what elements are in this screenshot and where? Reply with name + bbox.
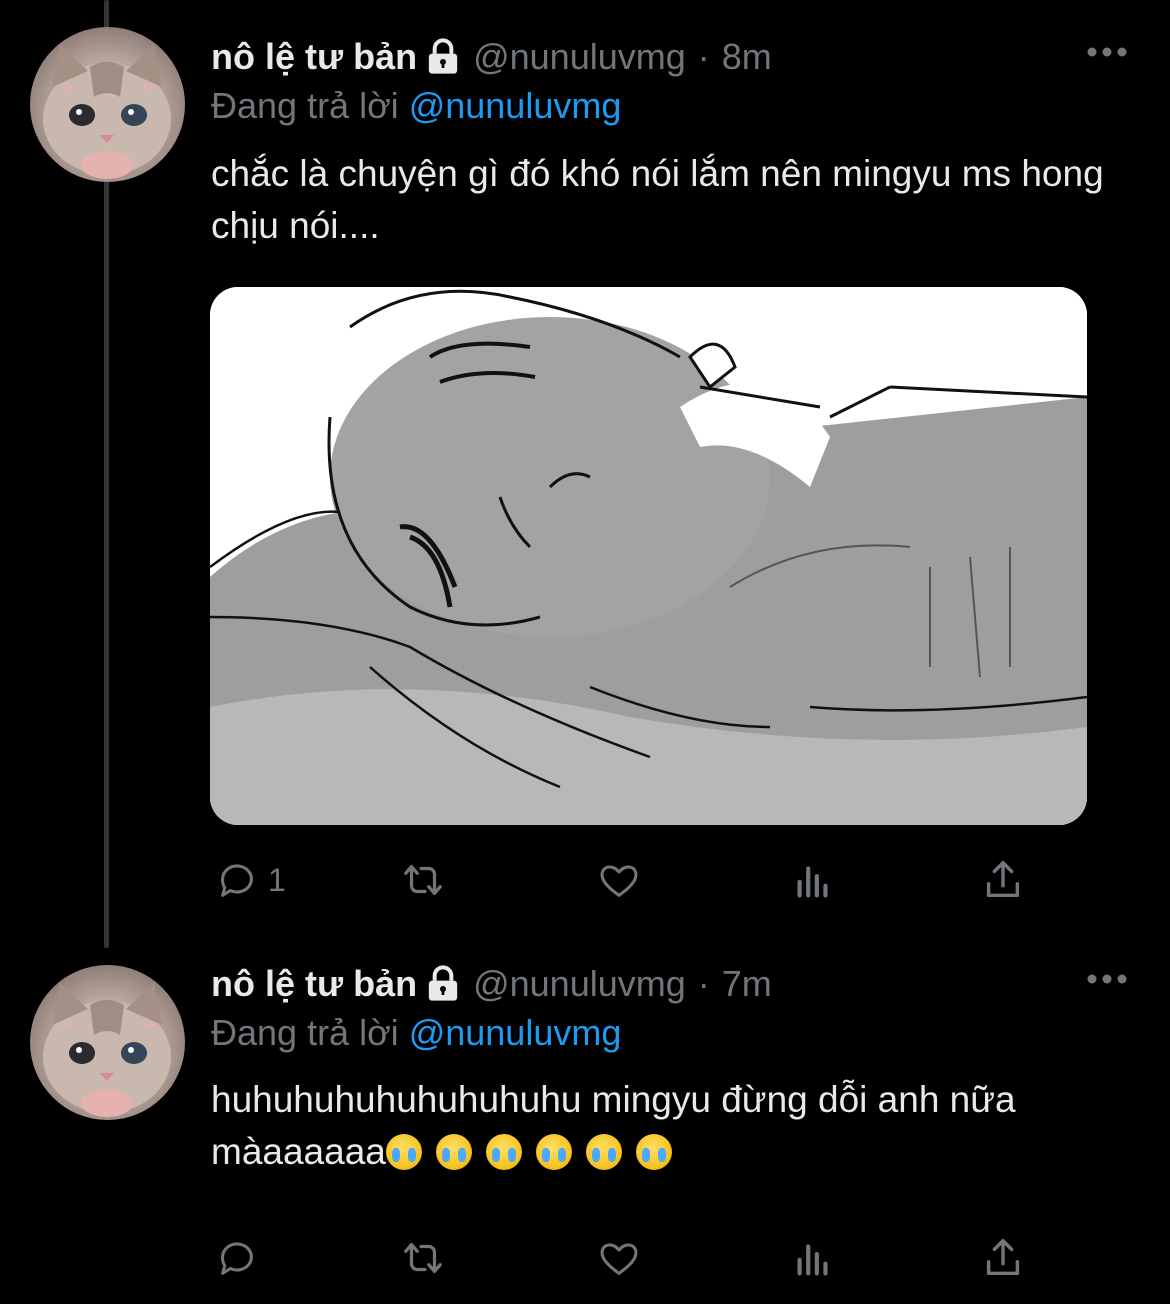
replying-to: Đang trả lời @nunuluvmg [211, 1012, 621, 1054]
user-handle[interactable]: @nunuluvmg [473, 963, 686, 1005]
lock-icon [428, 965, 458, 1001]
views-icon [797, 866, 828, 898]
more-options-icon[interactable] [1086, 973, 1128, 985]
tweet-actions [214, 1234, 1044, 1282]
loudly-crying-face-icon [585, 1134, 622, 1170]
user-handle[interactable]: @nunuluvmg [473, 36, 686, 78]
retweet-icon [404, 1242, 442, 1274]
cat-avatar-icon [43, 983, 171, 1117]
display-name[interactable]: nô lệ tư bản [211, 36, 417, 78]
avatar[interactable] [30, 965, 185, 1120]
retweet-button[interactable] [400, 856, 446, 904]
tweet-actions: 1 [214, 856, 1044, 904]
retweet-button[interactable] [400, 1234, 446, 1282]
heart-icon [600, 865, 638, 897]
sketch-image [210, 287, 1087, 825]
share-icon [986, 1239, 1020, 1276]
like-button[interactable] [596, 1234, 642, 1282]
tweet[interactable]: nô lệ tư bản @nunuluvmg · 8m Đang trả lờ… [0, 0, 1170, 940]
reply-icon [221, 864, 253, 897]
separator-dot: · [697, 36, 710, 77]
retweet-icon [404, 864, 442, 896]
loudly-crying-face-icon [385, 1134, 422, 1170]
display-name[interactable]: nô lệ tư bản [211, 963, 417, 1005]
more-options-icon[interactable] [1086, 46, 1128, 58]
loudly-crying-face-icon [485, 1134, 522, 1170]
heart-icon [600, 1243, 638, 1275]
like-button[interactable] [596, 856, 642, 904]
lock-icon [428, 38, 458, 74]
tweet-header: nô lệ tư bản @nunuluvmg · 7m [211, 960, 772, 1008]
replying-to-label: Đang trả lời [211, 85, 399, 126]
tweet-header: nô lệ tư bản @nunuluvmg · 8m [211, 33, 772, 81]
views-button[interactable] [790, 856, 836, 904]
reply-button[interactable] [214, 1234, 260, 1282]
loudly-crying-face-icon [635, 1134, 672, 1170]
share-button[interactable] [980, 1234, 1026, 1282]
cat-avatar-icon [43, 45, 171, 179]
replying-to-handle-link[interactable]: @nunuluvmg [409, 85, 622, 126]
tweet-text-container: huhuhuhuhuhuhuhuhu mingyu đừng dỗi anh n… [211, 1074, 1111, 1178]
tweet-media-image[interactable] [210, 287, 1087, 825]
replying-to-handle-link[interactable]: @nunuluvmg [409, 1012, 622, 1053]
timestamp[interactable]: 7m [722, 963, 772, 1005]
views-button[interactable] [790, 1234, 836, 1282]
replying-to-label: Đang trả lời [211, 1012, 399, 1053]
avatar[interactable] [30, 27, 185, 182]
reply-icon [221, 1242, 253, 1275]
reply-button[interactable]: 1 [214, 856, 286, 904]
replying-to: Đang trả lời @nunuluvmg [211, 85, 621, 127]
tweet-text: chắc là chuyện gì đó khó nói lắm nên min… [211, 153, 1104, 246]
loudly-crying-face-icon [435, 1134, 472, 1170]
loudly-crying-face-icon [535, 1134, 572, 1170]
timestamp[interactable]: 8m [722, 36, 772, 78]
share-icon [986, 861, 1020, 898]
emoji-group [385, 1131, 672, 1172]
separator-dot: · [697, 963, 710, 1004]
tweet[interactable]: nô lệ tư bản @nunuluvmg · 7m Đang trả lờ… [0, 940, 1170, 1304]
views-icon [797, 1244, 828, 1276]
reply-count: 1 [268, 861, 286, 898]
share-button[interactable] [980, 856, 1026, 904]
